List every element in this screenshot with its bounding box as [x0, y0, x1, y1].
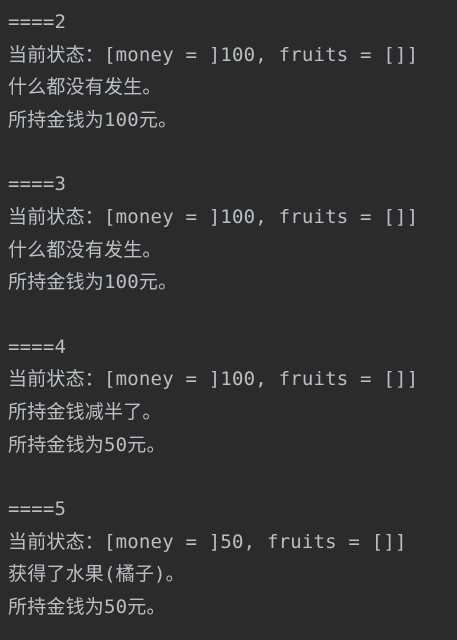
- event-line: 获得了水果(橘子)。: [8, 563, 185, 586]
- money-line: 所持金钱为100元。: [8, 271, 178, 294]
- money-line: 所持金钱为50元。: [8, 595, 166, 618]
- event-line: 什么都没有发生。: [8, 238, 162, 261]
- current-state-line: 当前状态：[money = ]100, fruits = []]: [8, 43, 419, 66]
- output-block-3: ====3 当前状态：[money = ]100, fruits = []] 什…: [8, 168, 457, 298]
- money-line: 所持金钱为100元。: [8, 108, 178, 131]
- event-line: 所持金钱减半了。: [8, 400, 162, 423]
- current-state-line: 当前状态：[money = ]100, fruits = []]: [8, 205, 419, 228]
- output-block-4: ====4 当前状态：[money = ]100, fruits = []] 所…: [8, 331, 457, 461]
- money-line: 所持金钱为50元。: [8, 433, 166, 456]
- round-header: ====2: [8, 11, 67, 33]
- console-output: ====2 当前状态：[money = ]100, fruits = []] 什…: [0, 0, 457, 640]
- round-header: ====5: [8, 498, 67, 521]
- event-line: 什么都没有发生。: [8, 76, 162, 99]
- round-header: ====4: [8, 335, 67, 358]
- output-block-5: ====5 当前状态：[money = ]50, fruits = []] 获得…: [8, 493, 457, 623]
- output-block-2: ====2 当前状态：[money = ]100, fruits = []] 什…: [8, 6, 457, 136]
- current-state-line: 当前状态：[money = ]50, fruits = []]: [8, 530, 407, 553]
- current-state-line: 当前状态：[money = ]100, fruits = []]: [8, 368, 419, 391]
- round-header: ====3: [8, 173, 67, 196]
